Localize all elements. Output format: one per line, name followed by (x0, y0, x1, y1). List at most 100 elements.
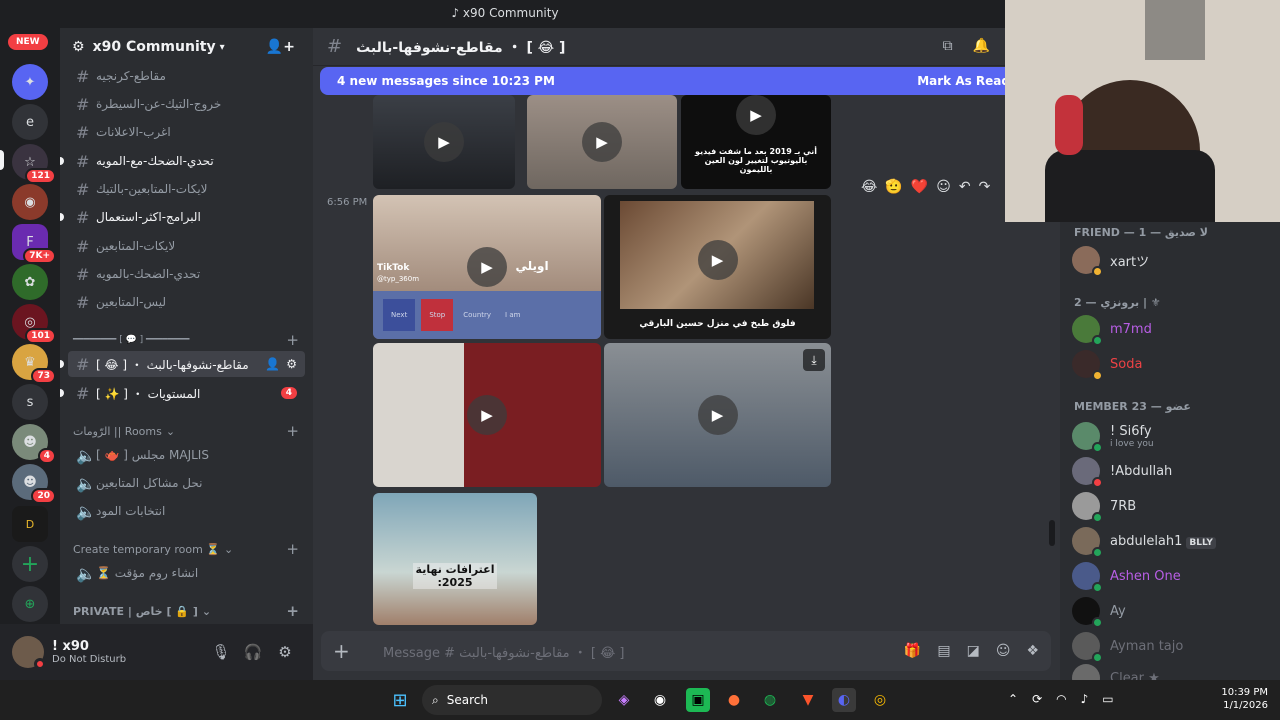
invite-people-icon[interactable]: 👤+ (266, 39, 295, 55)
play-icon[interactable]: ▶ (582, 122, 622, 162)
forward-icon[interactable]: ↷ (979, 179, 991, 195)
member-item[interactable]: 7RB (1072, 488, 1272, 524)
scrollbar-thumb[interactable] (1049, 520, 1055, 546)
user-settings-button[interactable]: ⚙ (269, 636, 301, 668)
message-composer[interactable]: + Message # مقاطع-نشوفها-بالبث ・ [ 😂 ] 🎁… (321, 631, 1051, 671)
taskbar-search[interactable]: ⌕ Search (422, 685, 602, 715)
add-channel-icon[interactable]: + (286, 331, 299, 349)
headphones-button[interactable]: 🎧 (237, 636, 269, 668)
mark-as-read-button[interactable]: Mark As Read (917, 74, 1010, 88)
copilot-icon[interactable]: ◈ (612, 688, 636, 712)
member-item[interactable]: Soda (1072, 346, 1272, 382)
server-icon-e[interactable]: e (12, 104, 48, 140)
channel-item[interactable]: # مقاطع-كرنجيه (68, 63, 305, 89)
app-icon[interactable]: ▣ (686, 688, 710, 712)
voice-channel[interactable]: 🔈 انتخابات المود (68, 498, 305, 524)
salute-reaction-icon[interactable]: 🫡 (885, 179, 902, 195)
member-item[interactable]: abdulelah1 BLLY (1072, 523, 1272, 559)
channel-settings-icon[interactable]: ⚙ (286, 357, 297, 371)
add-server-button[interactable]: + (12, 546, 48, 582)
server-icon-s[interactable]: s (12, 384, 48, 420)
channel-item[interactable]: # ليس-المتابعين (68, 289, 305, 315)
member-item[interactable]: ! Si6fy i love you (1072, 418, 1272, 454)
category-divider[interactable]: ━━━━━━━━ [ 💬 ] ━━━━━━━━ + (68, 331, 305, 349)
download-icon[interactable]: ⤓ (803, 349, 825, 371)
server-icon-6[interactable]: ♛ 73 (12, 344, 56, 384)
member-item[interactable]: Ayman tajo (1072, 628, 1272, 664)
server-icon-7[interactable]: ☻ 4 (12, 424, 56, 464)
voice-channel[interactable]: 🔈 نحل مشاكل المتابعين (68, 470, 305, 496)
gift-icon[interactable]: 🎁 (904, 643, 921, 659)
channel-item-active[interactable]: # مقاطع-نشوفها-بالبث ・ [ 😂 ] 👤 ⚙ (60, 351, 305, 377)
avatar[interactable] (12, 636, 46, 670)
discord-taskbar-icon[interactable]: ◐ (832, 688, 856, 712)
new-badge[interactable]: NEW (8, 34, 48, 50)
server-icon-2[interactable]: ◉ (12, 184, 48, 220)
server-icon-5[interactable]: ◎ 101 (12, 304, 56, 344)
member-item[interactable]: Clear ★ (1072, 660, 1272, 680)
server-icon-9[interactable]: D (12, 506, 48, 542)
add-reaction-icon[interactable]: ☺ (936, 179, 951, 195)
channel-item[interactable]: # اغرب-الاعلانات (68, 119, 305, 145)
channel-item[interactable]: # لايكات-المتابعين-بالتيك (68, 176, 305, 202)
new-messages-bar[interactable]: 4 new messages since 10:23 PM Mark As Re… (320, 67, 1010, 95)
play-icon[interactable]: ▶ (736, 95, 776, 135)
wifi-icon[interactable]: ◠ (1056, 692, 1066, 706)
attach-plus-icon[interactable]: + (333, 639, 363, 663)
play-icon[interactable]: ▶ (424, 122, 464, 162)
add-channel-icon[interactable]: + (286, 540, 299, 558)
channel-item[interactable]: # لايكات-المتابعين (68, 233, 305, 259)
category-private[interactable]: PRIVATE | خاص [ 🔒 ] ⌄ + (68, 602, 305, 620)
category-temp[interactable]: Create temporary room ⏳ ⌄ + (68, 540, 305, 558)
voice-channel[interactable]: 🔈 MAJLIS مجلس [ 🫖 ] (68, 442, 305, 468)
video-attachment[interactable]: ▶ (527, 95, 677, 189)
channel-item-unread[interactable]: # تحدي-الضحك-مع-المويه (60, 148, 305, 174)
microphone-button[interactable]: 🎙 (205, 636, 237, 668)
category-rooms[interactable]: الرّومات || Rooms ⌄ + (68, 422, 305, 440)
obs-icon[interactable]: ◉ (648, 688, 672, 712)
video-attachment[interactable]: ▶ (373, 343, 601, 487)
member-item[interactable]: m7md (1072, 311, 1272, 347)
discover-button[interactable]: ⊕ (12, 586, 48, 622)
video-attachment[interactable]: ▶ (373, 95, 515, 189)
apps-icon[interactable]: ❖ (1026, 643, 1039, 659)
video-attachment[interactable]: ▶ فلوق طبخ في منزل حسين البارقي (604, 195, 831, 339)
chrome-icon[interactable]: ◎ (868, 688, 892, 712)
member-item[interactable]: !Abdullah (1072, 453, 1272, 489)
chevron-up-icon[interactable]: ⌃ (1008, 692, 1018, 706)
member-item[interactable]: xartツ (1072, 242, 1272, 278)
video-attachment[interactable]: ▶ أني بـ 2019 بعد ما شفت فيديو باليوتيوب… (681, 95, 831, 189)
server-header[interactable]: ⚙ x90 Community ▾ 👤+ (60, 28, 313, 66)
channel-item[interactable]: # خروج-التيك-عن-السيطرة (68, 91, 305, 117)
member-item[interactable]: Ashen One (1072, 558, 1272, 594)
server-icon-1[interactable]: ☆ 121 (12, 144, 56, 184)
member-item[interactable]: Ay (1072, 593, 1272, 629)
video-attachment[interactable]: TikTok @typ_360m اويلي Next Stop Country… (373, 195, 601, 339)
play-icon[interactable]: ▶ (697, 395, 738, 435)
sync-icon[interactable]: ⟳ (1032, 692, 1042, 706)
play-icon[interactable]: ▶ (697, 239, 738, 280)
server-icon-3[interactable]: F 7K+ (12, 224, 56, 264)
add-channel-icon[interactable]: + (286, 422, 299, 440)
clock[interactable]: 10:39 PM 1/1/2026 (1221, 686, 1268, 712)
threads-icon[interactable]: ⧉ (943, 38, 953, 54)
firefox-icon[interactable]: ● (722, 688, 746, 712)
voice-channel[interactable]: 🔈 انشاء روم مؤقت ⏳ (68, 560, 305, 586)
reply-icon[interactable]: ↶ (959, 179, 971, 195)
user-info[interactable]: ! x90 Do Not Disturb (52, 639, 205, 665)
server-icon-4[interactable]: ✿ (12, 264, 48, 300)
sticker-icon[interactable]: ◪ (967, 643, 980, 659)
add-channel-icon[interactable]: + (286, 602, 299, 620)
message-input[interactable]: Message # مقاطع-نشوفها-بالبث ・ [ 😂 ] (383, 642, 904, 661)
heart-reaction-icon[interactable]: ❤️ (911, 179, 928, 195)
video-attachment[interactable]: ▶ ⤓ (604, 343, 831, 487)
laugh-reaction-icon[interactable]: 😂 (861, 179, 877, 195)
spotify-icon[interactable]: ◍ (758, 688, 782, 712)
video-attachment[interactable]: اعترافات نهاية 2025: (373, 493, 537, 625)
create-invite-icon[interactable]: 👤 (265, 357, 280, 371)
battery-icon[interactable]: ▭ (1102, 692, 1113, 706)
server-icon-8[interactable]: ☻ 20 (12, 464, 56, 504)
play-icon[interactable]: ▶ (467, 395, 507, 435)
gif-icon[interactable]: ▤ (937, 643, 950, 659)
channel-item-unread[interactable]: # المستويات ・ [ ✨ ] 4 (60, 380, 305, 406)
